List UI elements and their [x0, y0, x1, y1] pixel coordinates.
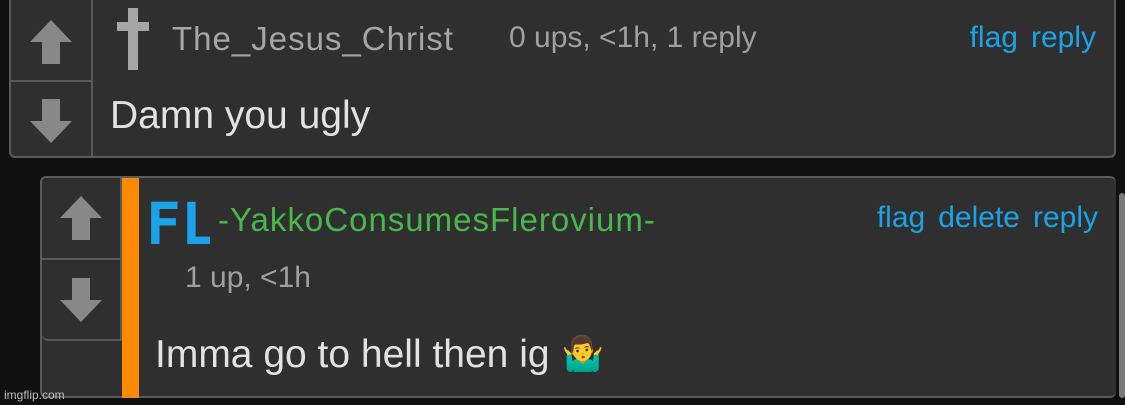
cross-icon	[117, 8, 149, 70]
avatar-text: FL	[146, 192, 210, 248]
upvote-button[interactable]	[11, 6, 91, 78]
reply-link[interactable]: reply	[1033, 201, 1098, 235]
upvote-arrow-icon	[30, 20, 72, 64]
reply-link[interactable]: reply	[1031, 21, 1096, 55]
downvote-button[interactable]	[42, 258, 120, 340]
fl-element-icon: FL	[146, 192, 210, 248]
flag-link[interactable]: flag	[877, 201, 925, 235]
watermark: imgflip.com	[4, 388, 65, 402]
comment-body-text: Imma go to hell then ig	[155, 333, 550, 376]
username[interactable]: The_Jesus_Christ	[172, 20, 454, 58]
username[interactable]: -YakkoConsumesFlerovium-	[218, 201, 656, 239]
comment-actions: flag reply	[970, 21, 1096, 55]
shrug-emoji-icon: 🤷‍♂️	[561, 335, 604, 373]
comment-body: Imma go to hell then ig 🤷‍♂️	[155, 333, 604, 377]
vote-column	[11, 0, 93, 156]
comment-yakko: FL -YakkoConsumesFlerovium- 1 up, <1h fl…	[40, 176, 1116, 398]
comment-actions: flag delete reply	[877, 201, 1098, 235]
delete-link[interactable]: delete	[938, 201, 1020, 235]
upvote-button[interactable]	[42, 178, 120, 258]
downvote-arrow-icon	[60, 278, 102, 322]
comment-meta: 1 up, <1h	[185, 261, 311, 294]
scrollbar[interactable]	[1119, 193, 1125, 398]
comment-meta: 0 ups, <1h, 1 reply	[509, 21, 757, 54]
upvote-arrow-icon	[60, 196, 102, 240]
comment-the-jesus-christ: The_Jesus_Christ 0 ups, <1h, 1 reply fla…	[9, 0, 1116, 158]
downvote-button[interactable]	[11, 80, 91, 160]
downvote-arrow-icon	[30, 99, 72, 143]
vote-column	[42, 178, 122, 341]
comment-body: Damn you ugly	[110, 94, 371, 137]
flag-link[interactable]: flag	[970, 21, 1018, 55]
highlight-bar	[122, 178, 139, 398]
